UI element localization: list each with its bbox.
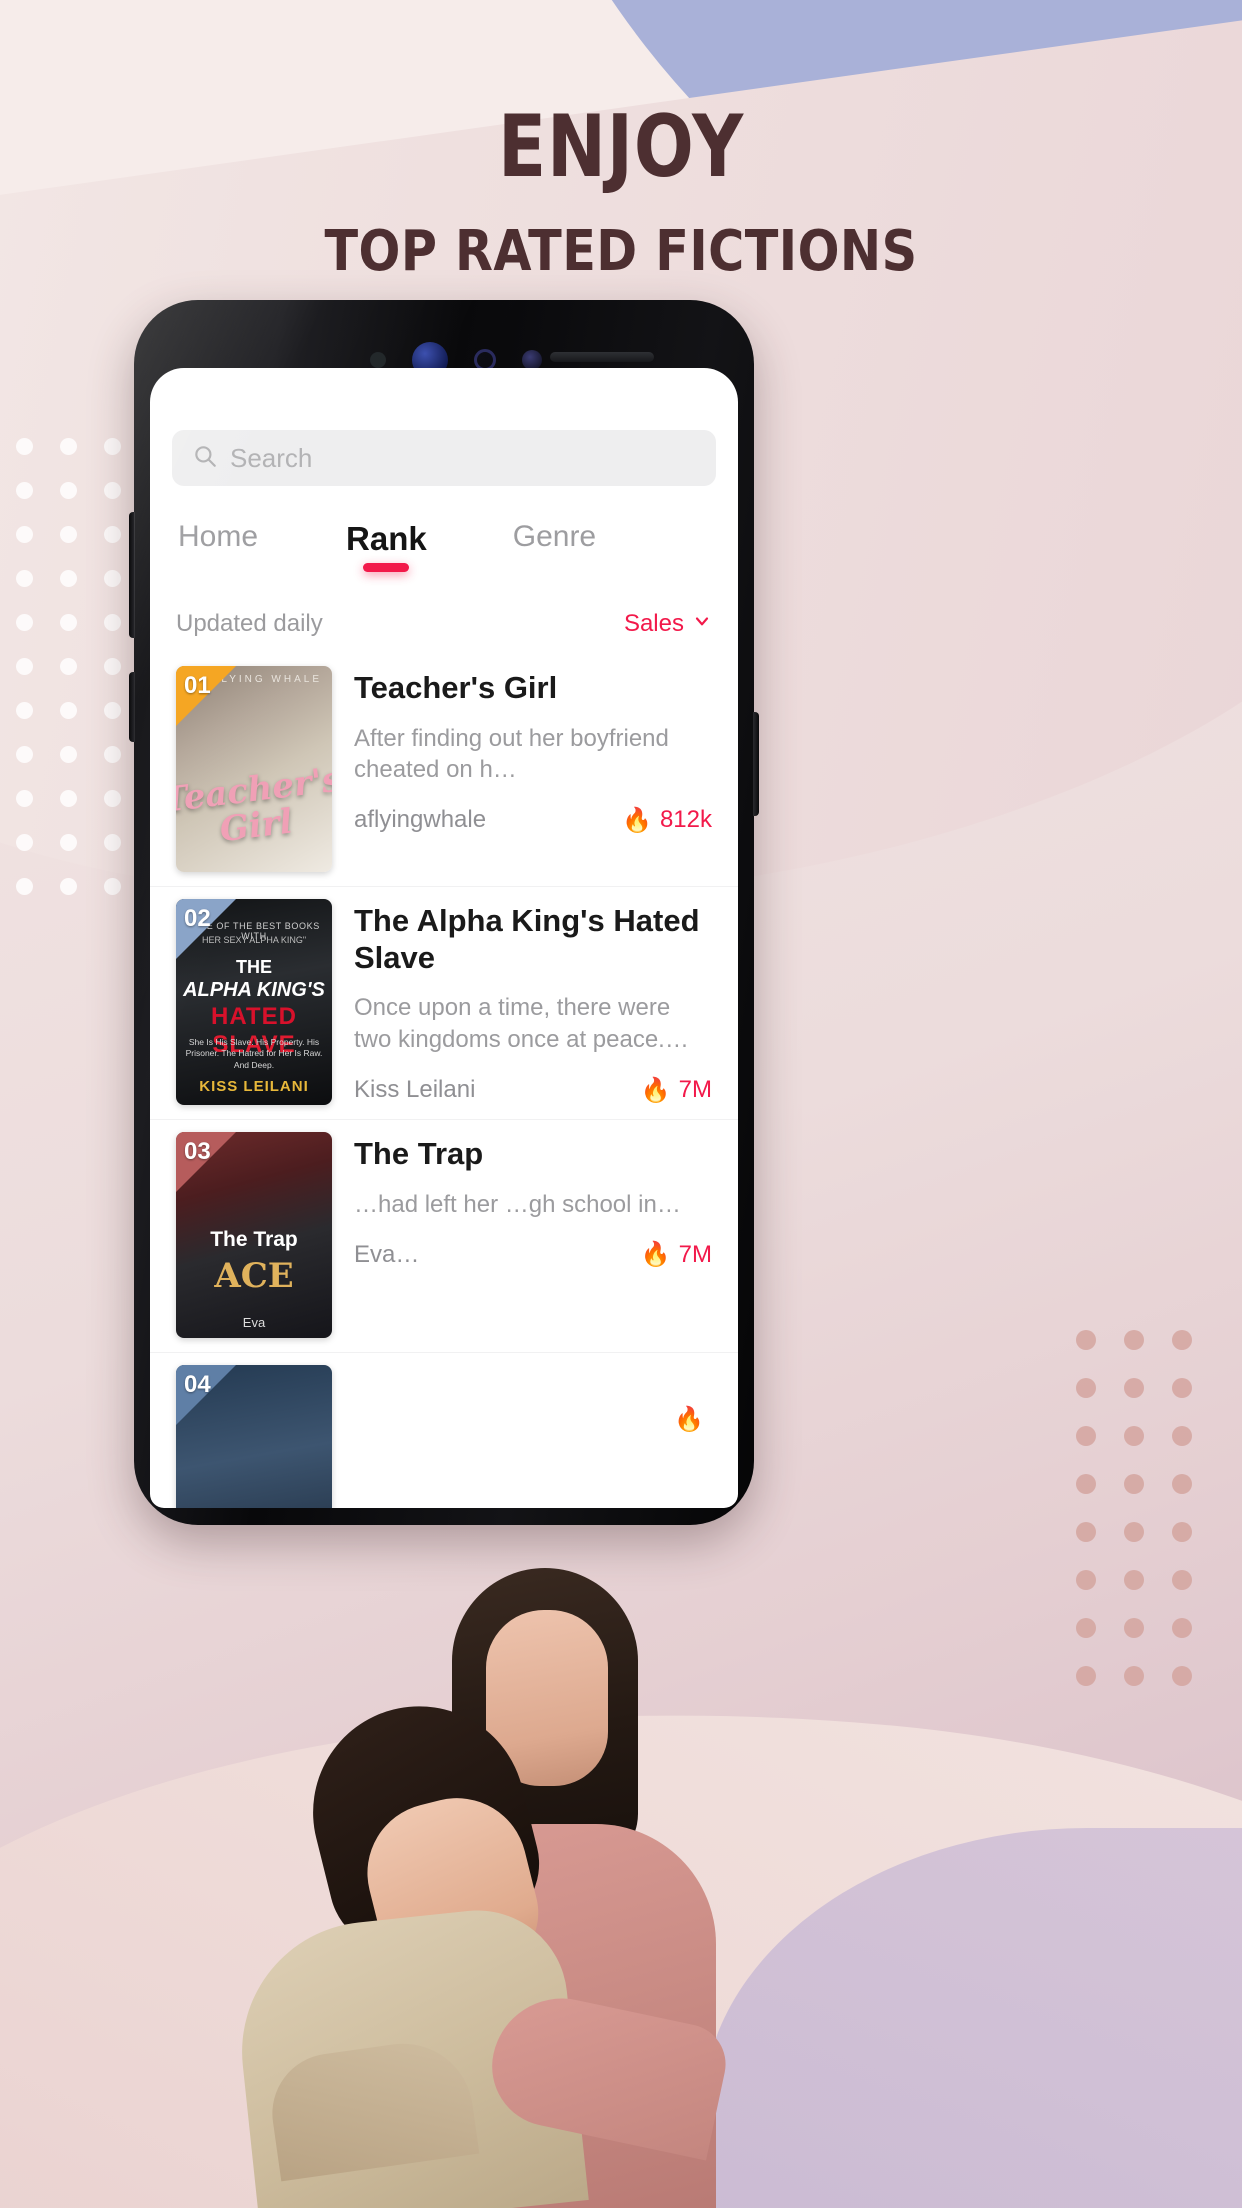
search-icon	[192, 443, 218, 474]
book-popularity-value: 812k	[659, 806, 712, 834]
earpiece-speaker	[550, 352, 654, 362]
book-list: 01 A FLYING WHALE Teacher's Girl Teacher'…	[150, 654, 738, 1508]
search-input[interactable]: Search	[230, 443, 312, 474]
phone-mockup: Search Home Rank Genre Updated daily Sal…	[129, 300, 759, 1525]
book-meta: 🔥	[354, 1365, 712, 1508]
promo-headline: ENJOY	[497, 97, 745, 197]
list-header: Updated daily Sales	[150, 610, 738, 638]
fire-icon: 🔥	[622, 806, 652, 834]
book-list-item[interactable]: 04 🔥	[150, 1353, 738, 1508]
power-button[interactable]	[753, 712, 759, 816]
tab-home-label: Home	[178, 520, 259, 553]
book-cover[interactable]: 04	[176, 1365, 332, 1508]
rank-number: 01	[184, 672, 211, 699]
book-footer: 🔥	[354, 1405, 712, 1434]
promo-poster: ENJOY TOP RATED FICTIONS Search Home Ran…	[0, 0, 1242, 2208]
book-meta: The Alpha King's Hated Slave Once upon a…	[354, 899, 712, 1105]
book-author: Eva…	[354, 1240, 420, 1268]
book-cover[interactable]: 02 "ONE OF THE BEST BOOKS WITH HER SEXY …	[176, 899, 332, 1105]
cover-quote-line-2: HER SEXY ALPHA KING"	[201, 935, 307, 945]
updated-daily-label: Updated daily	[176, 610, 323, 637]
tab-active-indicator	[363, 563, 410, 572]
book-list-item[interactable]: 03 The Trap ACE Eva The Trap …had left h…	[150, 1120, 738, 1353]
cover-author: Eva	[242, 1315, 266, 1330]
sort-dropdown[interactable]: Sales	[624, 610, 712, 638]
chevron-down-icon	[692, 610, 712, 638]
tab-genre-label: Genre	[512, 520, 597, 553]
cover-kicker: The Trap	[210, 1228, 298, 1251]
sort-dropdown-label: Sales	[623, 610, 684, 637]
cover-author: KISS LEILANI	[199, 1078, 309, 1095]
book-author: Kiss Leilani	[354, 1076, 476, 1103]
book-description: After finding out her boyfriend cheated …	[354, 724, 669, 784]
phone-screen: Search Home Rank Genre Updated daily Sal…	[150, 368, 738, 1508]
book-description: Once upon a time, there were two kingdom…	[354, 994, 671, 1053]
cover-title-2: ALPHA KING'S	[183, 979, 325, 1001]
book-footer: Kiss Leilani 🔥 7M	[354, 1076, 712, 1105]
volume-button[interactable]	[129, 512, 135, 638]
dot-pattern-right	[1076, 1330, 1220, 1714]
book-list-item[interactable]: 02 "ONE OF THE BEST BOOKS WITH HER SEXY …	[150, 887, 738, 1120]
promo-text-block: ENJOY TOP RATED FICTIONS	[0, 104, 1242, 280]
book-popularity: 🔥 7M	[641, 1240, 712, 1269]
rank-number: 03	[184, 1138, 211, 1165]
cover-title-1: THE	[236, 957, 272, 977]
book-meta: The Trap …had left her …gh school in… Ev…	[354, 1132, 712, 1338]
front-camera-icon	[522, 350, 542, 370]
book-description: …had left her …gh school in…	[354, 1190, 681, 1218]
book-footer: Eva… 🔥 7M	[354, 1240, 712, 1269]
ambient-sensor-icon	[370, 352, 386, 368]
rank-number: 02	[184, 905, 211, 932]
tab-bar: Home Rank Genre	[150, 520, 738, 572]
tab-rank[interactable]: Rank	[346, 520, 427, 572]
book-popularity-value: 7M	[678, 1240, 712, 1268]
tab-rank-label: Rank	[346, 520, 427, 557]
bixby-button[interactable]	[129, 672, 135, 742]
tab-genre[interactable]: Genre	[513, 520, 596, 568]
book-popularity: 🔥 812k	[622, 806, 712, 835]
promo-subheadline: TOP RATED FICTIONS	[324, 219, 918, 284]
fire-icon: 🔥	[640, 1076, 671, 1104]
book-cover[interactable]: 03 The Trap ACE Eva	[176, 1132, 332, 1338]
book-popularity: 🔥 7M	[641, 1076, 712, 1105]
fire-icon: 🔥	[640, 1241, 671, 1269]
rank-number: 04	[184, 1371, 211, 1398]
cover-blurb: She Is His Slave. His Property. His Pris…	[185, 1037, 323, 1070]
tab-home[interactable]: Home	[178, 520, 258, 568]
book-popularity-value: 7M	[678, 1076, 712, 1103]
book-title[interactable]: The Alpha King's Hated Slave	[354, 903, 712, 976]
book-title[interactable]: The Trap	[354, 1136, 712, 1173]
book-popularity: 🔥	[674, 1405, 712, 1434]
book-footer: aflyingwhale 🔥 812k	[354, 806, 712, 835]
book-title[interactable]: Teacher's Girl	[354, 670, 712, 707]
book-list-item[interactable]: 01 A FLYING WHALE Teacher's Girl Teacher'…	[150, 654, 738, 887]
cover-title-art: Teacher's Girl	[176, 758, 332, 850]
cover-title-big: ACE	[214, 1256, 294, 1296]
book-author: aflyingwhale	[354, 806, 487, 834]
book-cover[interactable]: 01 A FLYING WHALE Teacher's Girl	[176, 666, 332, 872]
book-meta: Teacher's Girl After finding out her boy…	[354, 666, 712, 872]
fire-icon: 🔥	[674, 1406, 704, 1433]
search-bar[interactable]: Search	[172, 430, 716, 486]
